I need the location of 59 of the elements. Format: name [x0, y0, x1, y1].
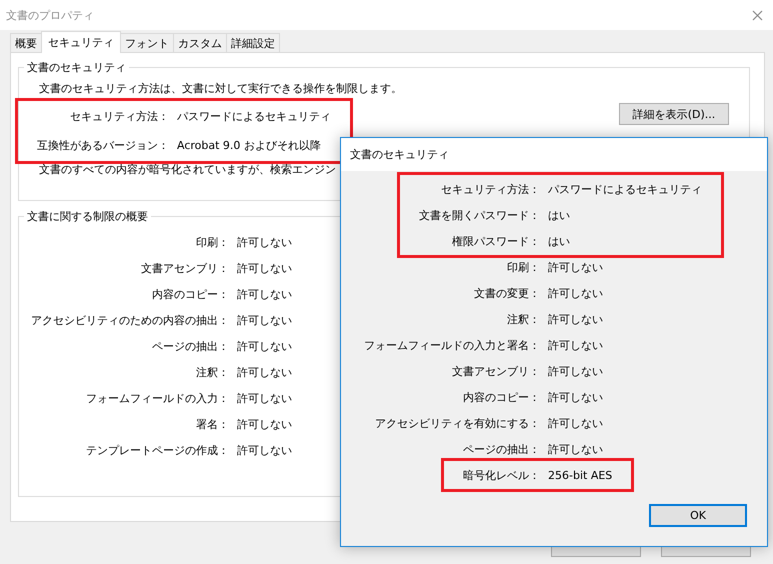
field-value: 許可しない [237, 442, 292, 458]
field-value: 許可しない [237, 312, 292, 328]
field-value: 許可しない [548, 312, 603, 326]
field-value: 許可しない [237, 416, 292, 432]
field-label: フォームフィールドの入力と署名： [364, 338, 540, 352]
field-value: 許可しない [548, 364, 603, 378]
field-value: 許可しない [548, 442, 603, 456]
field-value: 256-bit AES [548, 468, 612, 482]
field-label: 印刷： [507, 260, 540, 274]
field-label: セキュリティ方法： [70, 109, 169, 124]
tab[interactable]: セキュリティ [41, 31, 121, 53]
field-value: はい [548, 234, 570, 248]
close-icon[interactable] [752, 10, 763, 20]
tab[interactable]: 概要 [10, 33, 42, 52]
field-value: パスワードによるセキュリティ [177, 109, 331, 124]
tab[interactable]: 詳細設定 [226, 33, 280, 52]
field-value: 許可しない [237, 338, 292, 354]
field-label: 文書アセンブリ： [141, 260, 229, 276]
field-value: 許可しない [548, 390, 603, 404]
field-value: 許可しない [237, 234, 292, 250]
field-value: 許可しない [237, 390, 292, 406]
note-text: 文書のすべての内容が暗号化されていますが、検索エンジン [39, 162, 337, 178]
field-value: はい [548, 208, 570, 222]
window-title: 文書のプロパティ [6, 8, 94, 22]
group-title: 文書のセキュリティ [26, 60, 127, 75]
description-text: 文書のセキュリティ方法は、文書に対して実行できる操作を制限します。 [39, 81, 403, 97]
ok-button[interactable]: OK [649, 504, 747, 527]
field-label: 印刷： [196, 234, 229, 250]
field-label: 文書アセンブリ： [452, 364, 540, 378]
field-label: 互換性があるバージョン： [37, 138, 169, 153]
field-value: Acrobat 9.0 およびそれ以降 [177, 138, 321, 153]
field-label: ページの抽出： [152, 338, 229, 354]
group-title: 文書に関する制限の概要 [26, 209, 149, 224]
tab[interactable]: カスタム [173, 33, 227, 52]
field-value: 許可しない [548, 338, 603, 352]
field-label: アクセシビリティのための内容の抽出： [31, 312, 229, 328]
field-label: 内容のコピー： [463, 390, 540, 404]
field-value: 許可しない [548, 286, 603, 300]
field-label: アクセシビリティを有効にする： [375, 416, 540, 430]
field-label: 注釈： [196, 364, 229, 380]
field-label: 内容のコピー： [152, 286, 229, 302]
field-label: 文書の変更： [474, 286, 540, 300]
field-label: ページの抽出： [463, 442, 540, 456]
details-button[interactable]: 詳細を表示(D)... [619, 103, 729, 125]
field-label: テンプレートページの作成： [86, 442, 229, 458]
field-label: 文書を開くパスワード： [419, 208, 540, 222]
field-value: 許可しない [237, 260, 292, 276]
field-value: 許可しない [237, 364, 292, 380]
field-label: フォームフィールドの入力： [86, 390, 229, 406]
field-value: パスワードによるセキュリティ [548, 182, 702, 196]
field-label: 権限パスワード： [452, 234, 540, 248]
field-label: セキュリティ方法： [441, 182, 540, 196]
dialog-title: 文書のセキュリティ [350, 147, 449, 162]
field-value: 許可しない [548, 260, 603, 274]
field-label: 署名： [196, 416, 229, 432]
field-value: 許可しない [548, 416, 603, 430]
field-label: 暗号化レベル： [463, 468, 540, 482]
field-label: 注釈： [507, 312, 540, 326]
field-value: 許可しない [237, 286, 292, 302]
